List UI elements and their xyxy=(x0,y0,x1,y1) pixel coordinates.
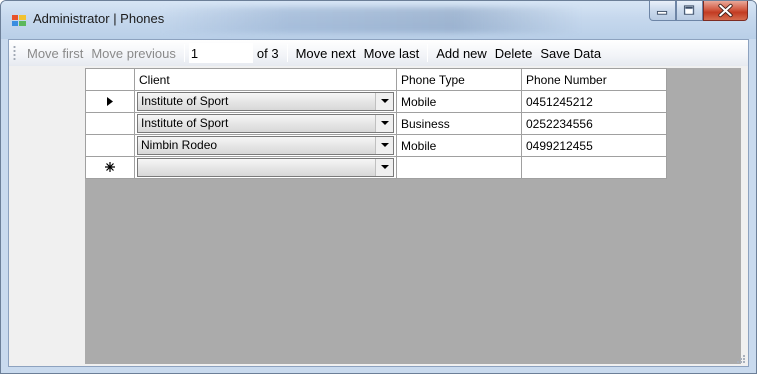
toolbar-separator xyxy=(427,44,429,62)
row-header[interactable] xyxy=(85,90,135,113)
minimize-icon xyxy=(656,10,668,15)
new-row[interactable] xyxy=(85,156,667,179)
dropdown-button[interactable] xyxy=(375,93,393,110)
column-header-phone-type[interactable]: Phone Type xyxy=(396,68,522,91)
delete-button[interactable]: Delete xyxy=(491,46,537,61)
move-last-button[interactable]: Move last xyxy=(360,46,424,61)
client-combobox[interactable] xyxy=(137,158,394,177)
chevron-down-icon xyxy=(381,121,389,125)
close-button[interactable] xyxy=(703,1,748,21)
current-row-arrow-icon xyxy=(107,96,113,106)
phones-window: Administrator | Phones Move first Move p… xyxy=(0,0,757,374)
phone-type-cell[interactable]: Business xyxy=(396,112,522,135)
save-data-button[interactable]: Save Data xyxy=(536,46,605,61)
dropdown-button[interactable] xyxy=(375,137,393,154)
caption-buttons xyxy=(649,1,748,21)
binding-navigator: Move first Move previous of 3 Move next … xyxy=(9,40,748,66)
phone-number-cell[interactable]: 0252234556 xyxy=(521,112,667,135)
grid-table: Client Phone Type Phone Number Institute… xyxy=(85,68,667,179)
client-combobox[interactable]: Institute of Sport xyxy=(137,92,394,111)
client-combobox[interactable]: Nimbin Rodeo xyxy=(137,136,394,155)
resize-grip-icon[interactable] xyxy=(734,352,746,364)
phone-type-cell[interactable]: Mobile xyxy=(396,90,522,113)
top-left-header-cell[interactable] xyxy=(85,68,135,91)
count-label: of 3 xyxy=(256,45,279,61)
maximize-button[interactable] xyxy=(676,1,703,21)
close-icon xyxy=(718,3,733,18)
header-row: Client Phone Type Phone Number xyxy=(85,68,667,91)
phone-number-cell[interactable] xyxy=(521,156,667,179)
toolbar-separator xyxy=(286,44,288,62)
minimize-button[interactable] xyxy=(649,1,676,21)
add-new-button[interactable]: Add new xyxy=(432,46,491,61)
chevron-down-icon xyxy=(381,143,389,147)
table-row[interactable]: Nimbin Rodeo Mobile 0499212455 xyxy=(85,134,667,157)
chevron-down-icon xyxy=(381,99,389,103)
client-value: Institute of Sport xyxy=(141,116,229,130)
client-cell[interactable]: Institute of Sport xyxy=(134,112,397,135)
row-header[interactable] xyxy=(85,112,135,135)
column-header-phone-number[interactable]: Phone Number xyxy=(521,68,667,91)
title-bar[interactable]: Administrator | Phones xyxy=(1,1,756,39)
dropdown-button[interactable] xyxy=(375,159,393,176)
client-value: Institute of Sport xyxy=(141,94,229,108)
move-next-button[interactable]: Move next xyxy=(292,46,360,61)
dropdown-button[interactable] xyxy=(375,115,393,132)
move-previous-button[interactable]: Move previous xyxy=(87,46,180,61)
phone-type-cell[interactable] xyxy=(396,156,522,179)
client-cell[interactable]: Nimbin Rodeo xyxy=(134,134,397,157)
toolbar-grip[interactable] xyxy=(11,44,19,62)
new-row-asterisk-icon xyxy=(105,161,115,172)
phone-number-cell[interactable]: 0499212455 xyxy=(521,134,667,157)
form-icon xyxy=(12,15,26,26)
column-header-client[interactable]: Client xyxy=(134,68,397,91)
row-header[interactable] xyxy=(85,156,135,179)
phone-type-cell[interactable]: Mobile xyxy=(396,134,522,157)
table-row[interactable]: Institute of Sport Mobile 0451245212 xyxy=(85,90,667,113)
position-input[interactable] xyxy=(188,43,253,63)
client-value: Nimbin Rodeo xyxy=(141,138,218,152)
title-bar-background xyxy=(161,7,581,33)
phones-data-grid[interactable]: Client Phone Type Phone Number Institute… xyxy=(85,68,741,364)
client-cell[interactable]: Institute of Sport xyxy=(134,90,397,113)
move-first-button[interactable]: Move first xyxy=(23,46,87,61)
client-combobox[interactable]: Institute of Sport xyxy=(137,114,394,133)
client-cell[interactable] xyxy=(134,156,397,179)
toolbar-separator xyxy=(183,44,185,62)
table-row[interactable]: Institute of Sport Business 0252234556 xyxy=(85,112,667,135)
row-header[interactable] xyxy=(85,134,135,157)
chevron-down-icon xyxy=(381,165,389,169)
window-title: Administrator | Phones xyxy=(33,11,165,26)
client-area: Move first Move previous of 3 Move next … xyxy=(8,39,749,367)
phone-number-cell[interactable]: 0451245212 xyxy=(521,90,667,113)
maximize-icon xyxy=(683,5,695,15)
